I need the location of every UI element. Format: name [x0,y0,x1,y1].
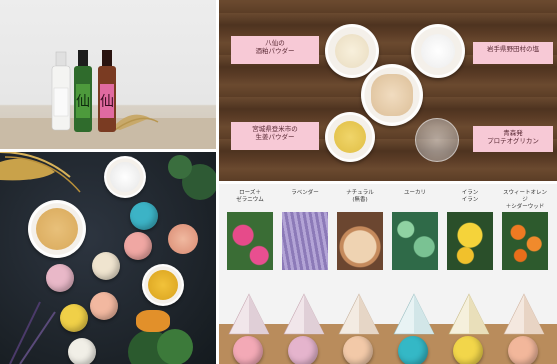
bath-bomb-peach [90,292,118,320]
ginger-root [136,310,170,332]
bath-bomb-eucalyptus [398,336,428,364]
sake-lees-block [371,74,413,116]
yellow-powder [36,208,78,250]
ginger-powder-bowl [334,121,366,153]
bath-bomb-orange [508,336,538,364]
bath-bomb-natural [343,336,373,364]
bottle-label-middle: 仙 [76,94,90,110]
ginger-powder [148,270,178,300]
sake-bottles-illustration: 仙 仙 [0,50,216,149]
bath-bomb-yellow [60,304,88,332]
bath-bomb-white [68,338,96,364]
bath-bomb-pink [124,232,152,260]
salt-powder [421,34,455,68]
bath-bomb-packs [228,293,545,335]
bath-bomb-lilac [46,264,74,292]
rose [168,224,198,254]
bath-bomb-rose [233,336,263,364]
glycan-glass [415,118,459,162]
salt [110,162,140,192]
sake-lees-powder [335,34,369,68]
bottle-label-right: 仙 [100,94,114,110]
bath-bomb-cream [92,252,120,280]
bath-bomb-lavender [288,336,318,364]
label-sake-lees-powder: 八仙の 酒粕パウダー [231,36,319,64]
label-ginger-powder: 宮城県登米市の 生姜パウダー [231,122,319,150]
bath-bomb-ylang [453,336,483,364]
scents-photo: ローズ＋ ゼラニウム ラベンダー ナチュラル (無香) ユーカリ イラン イラン… [219,184,557,364]
ingredients-photo: 八仙の 酒粕パウダー 岩手県野田村の塩 宮城県登米市の 生姜パウダー 青森発 プ… [219,0,557,181]
label-salt: 岩手県野田村の塩 [473,42,553,64]
sake-bottles-photo: 仙 仙 [0,0,216,149]
bath-bombs-photo [0,152,216,364]
label-proteoglycan: 青森発 プロテオグリカン [473,126,553,152]
bath-bomb-teal [130,202,158,230]
